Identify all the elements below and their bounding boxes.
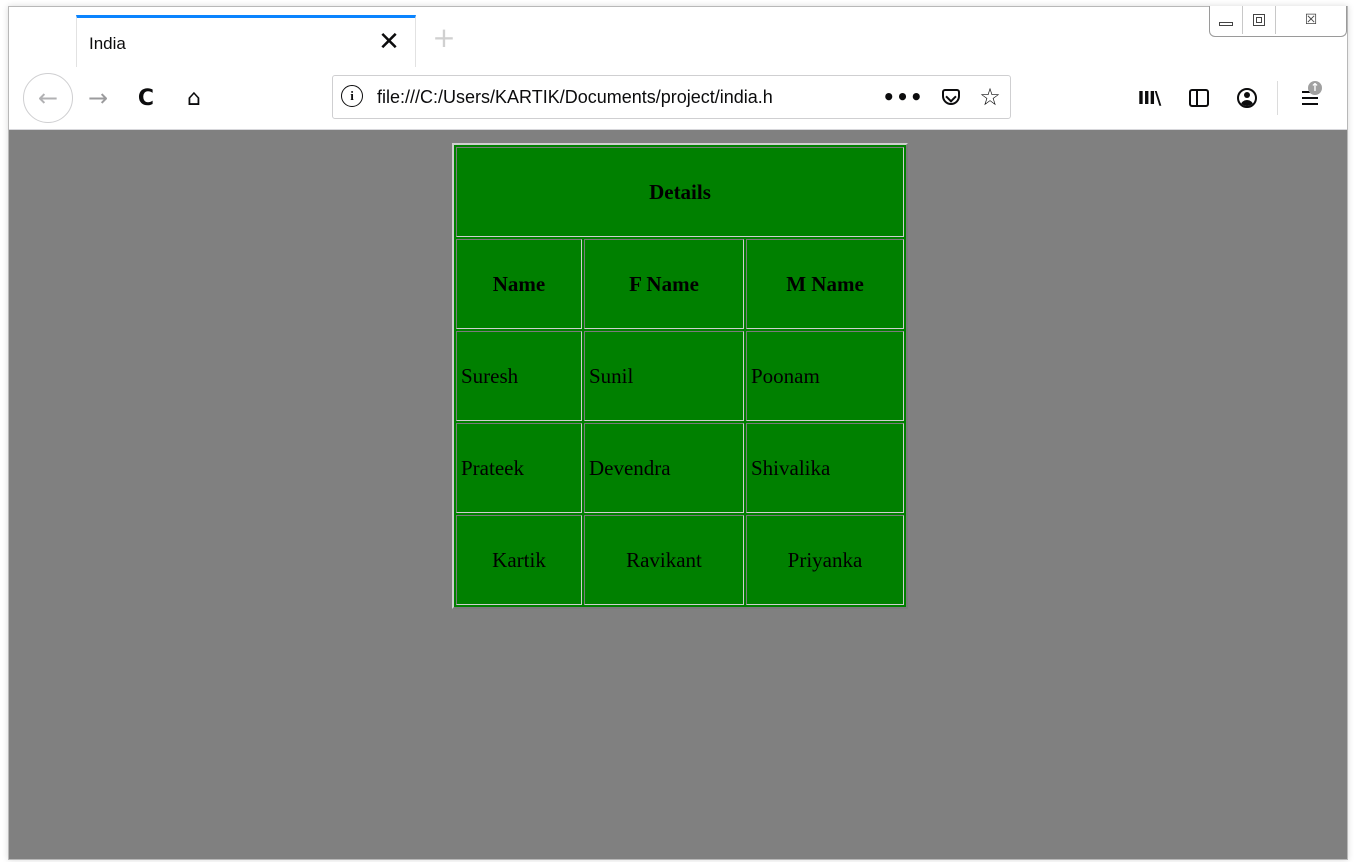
tab-close-icon[interactable]: ✕: [375, 28, 403, 56]
url-bar[interactable]: i file:///C:/Users/KARTIK/Documents/proj…: [332, 75, 1011, 119]
header-name: Name: [456, 239, 582, 329]
table-row: Suresh Sunil Poonam: [456, 331, 904, 421]
restore-icon: [1253, 14, 1265, 26]
arrow-left-icon: ←: [37, 84, 59, 112]
update-badge-icon: ↑: [1308, 81, 1322, 95]
library-button[interactable]: III\: [1130, 79, 1168, 117]
bookmark-star-icon[interactable]: ☆: [975, 82, 1005, 112]
sidebar-button[interactable]: [1180, 79, 1218, 117]
browser-window: India ✕ + ☒ ← → C ⌂ i file:///C:/Users/K…: [8, 6, 1348, 860]
details-table: Details Name F Name M Name Suresh Sunil …: [452, 143, 908, 609]
minimize-button[interactable]: [1210, 6, 1243, 34]
hamburger-menu-icon: ↑: [1302, 81, 1322, 105]
table-cell: Suresh: [456, 331, 582, 421]
maximize-button[interactable]: [1243, 6, 1276, 34]
table-caption: Details: [456, 147, 904, 237]
table-cell: Kartik: [456, 515, 582, 605]
page-viewport: Details Name F Name M Name Suresh Sunil …: [9, 130, 1347, 859]
tab-india[interactable]: India ✕: [76, 15, 416, 67]
toolbar-divider: [1277, 81, 1278, 115]
library-icon: III\: [1137, 87, 1162, 109]
account-icon: [1237, 88, 1257, 108]
sidebar-icon: [1189, 89, 1209, 107]
close-icon: ☒: [1304, 12, 1318, 28]
window-controls: ☒: [1209, 6, 1347, 37]
back-button[interactable]: ←: [23, 73, 73, 123]
table-cell: Poonam: [746, 331, 904, 421]
table-row: Prateek Devendra Shivalika: [456, 423, 904, 513]
home-icon: ⌂: [187, 85, 201, 111]
table-cell: Shivalika: [746, 423, 904, 513]
tab-title: India: [89, 34, 126, 53]
table-cell: Prateek: [456, 423, 582, 513]
header-m-name: M Name: [746, 239, 904, 329]
header-f-name: F Name: [584, 239, 744, 329]
pocket-button[interactable]: [936, 82, 966, 112]
menu-button[interactable]: ↑: [1291, 79, 1329, 117]
close-window-button[interactable]: ☒: [1276, 6, 1346, 34]
table-cell: Sunil: [584, 331, 744, 421]
table-row: Kartik Ravikant Priyanka: [456, 515, 904, 605]
table-cell: Devendra: [584, 423, 744, 513]
new-tab-icon[interactable]: +: [429, 23, 459, 53]
info-icon[interactable]: i: [341, 85, 363, 107]
page-actions-icon[interactable]: •••: [882, 82, 922, 112]
table-header-row: Name F Name M Name: [456, 239, 904, 329]
table-row: Details: [456, 147, 904, 237]
reload-icon: C: [137, 85, 155, 111]
account-button[interactable]: [1228, 79, 1266, 117]
home-button[interactable]: ⌂: [175, 79, 213, 117]
minimize-icon: [1219, 22, 1233, 26]
url-text[interactable]: file:///C:/Users/KARTIK/Documents/projec…: [377, 87, 837, 108]
forward-button[interactable]: →: [79, 79, 117, 117]
pocket-icon: [942, 89, 960, 105]
reload-button[interactable]: C: [127, 79, 165, 117]
table-cell: Priyanka: [746, 515, 904, 605]
table-cell: Ravikant: [584, 515, 744, 605]
navigation-toolbar: ← → C ⌂ i file:///C:/Users/KARTIK/Docume…: [9, 67, 1347, 130]
arrow-right-icon: →: [87, 84, 109, 112]
tab-strip: India ✕ + ☒: [9, 6, 1347, 67]
